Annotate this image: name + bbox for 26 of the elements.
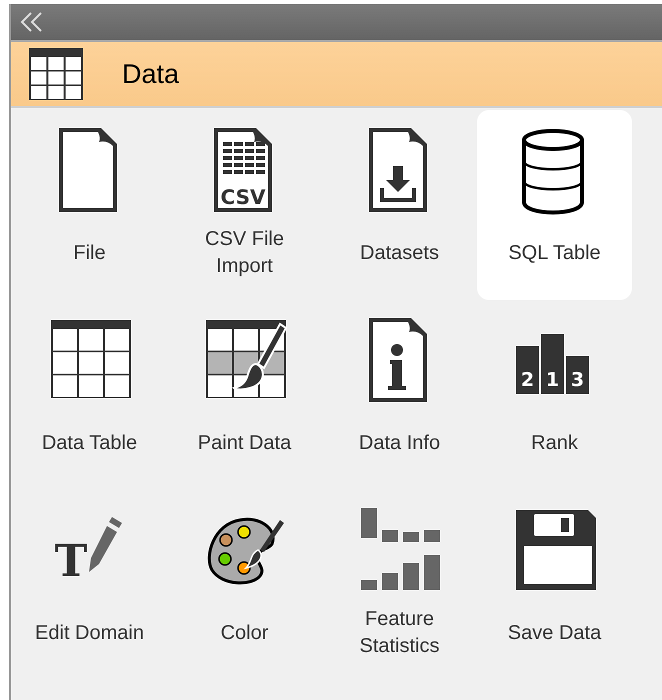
panel-title: Data	[122, 58, 180, 90]
widget-label: CSV File Import	[204, 227, 285, 279]
widget-label: File	[73, 240, 106, 266]
widget-tile[interactable]: CSV CSV File Import	[167, 110, 322, 300]
widget-tile[interactable]: Paint Data	[167, 300, 322, 490]
widget-tile[interactable]: 2 1 3 Rank	[477, 300, 632, 490]
widget-tile[interactable]: Feature Statistics	[322, 490, 477, 680]
widget-tile[interactable]: Color	[167, 490, 322, 680]
widget-label: Feature Statistics	[358, 607, 441, 659]
widget-label: Rank	[531, 430, 578, 456]
widget-tile[interactable]: T Edit Domain	[12, 490, 167, 680]
widget-tile[interactable]: Datasets	[322, 110, 477, 300]
widget-tile[interactable]: Save Data	[477, 490, 632, 680]
widget-tile[interactable]: Data Table	[12, 300, 167, 490]
table-icon	[28, 47, 84, 101]
widget-label: Edit Domain	[35, 620, 144, 646]
widget-label: Color	[220, 620, 268, 646]
widget-label: Paint Data	[198, 430, 292, 456]
widget-label: SQL Table	[508, 240, 601, 266]
widget-tile[interactable]: SQL Table	[477, 110, 632, 300]
widget-tile[interactable]: File	[12, 110, 167, 300]
widget-label: Save Data	[508, 620, 602, 646]
widget-label: Data Info	[358, 430, 440, 456]
widget-label: Data Table	[42, 430, 138, 456]
widget-label: Datasets	[360, 240, 439, 266]
widget-tile[interactable]: Data Info	[322, 300, 477, 490]
